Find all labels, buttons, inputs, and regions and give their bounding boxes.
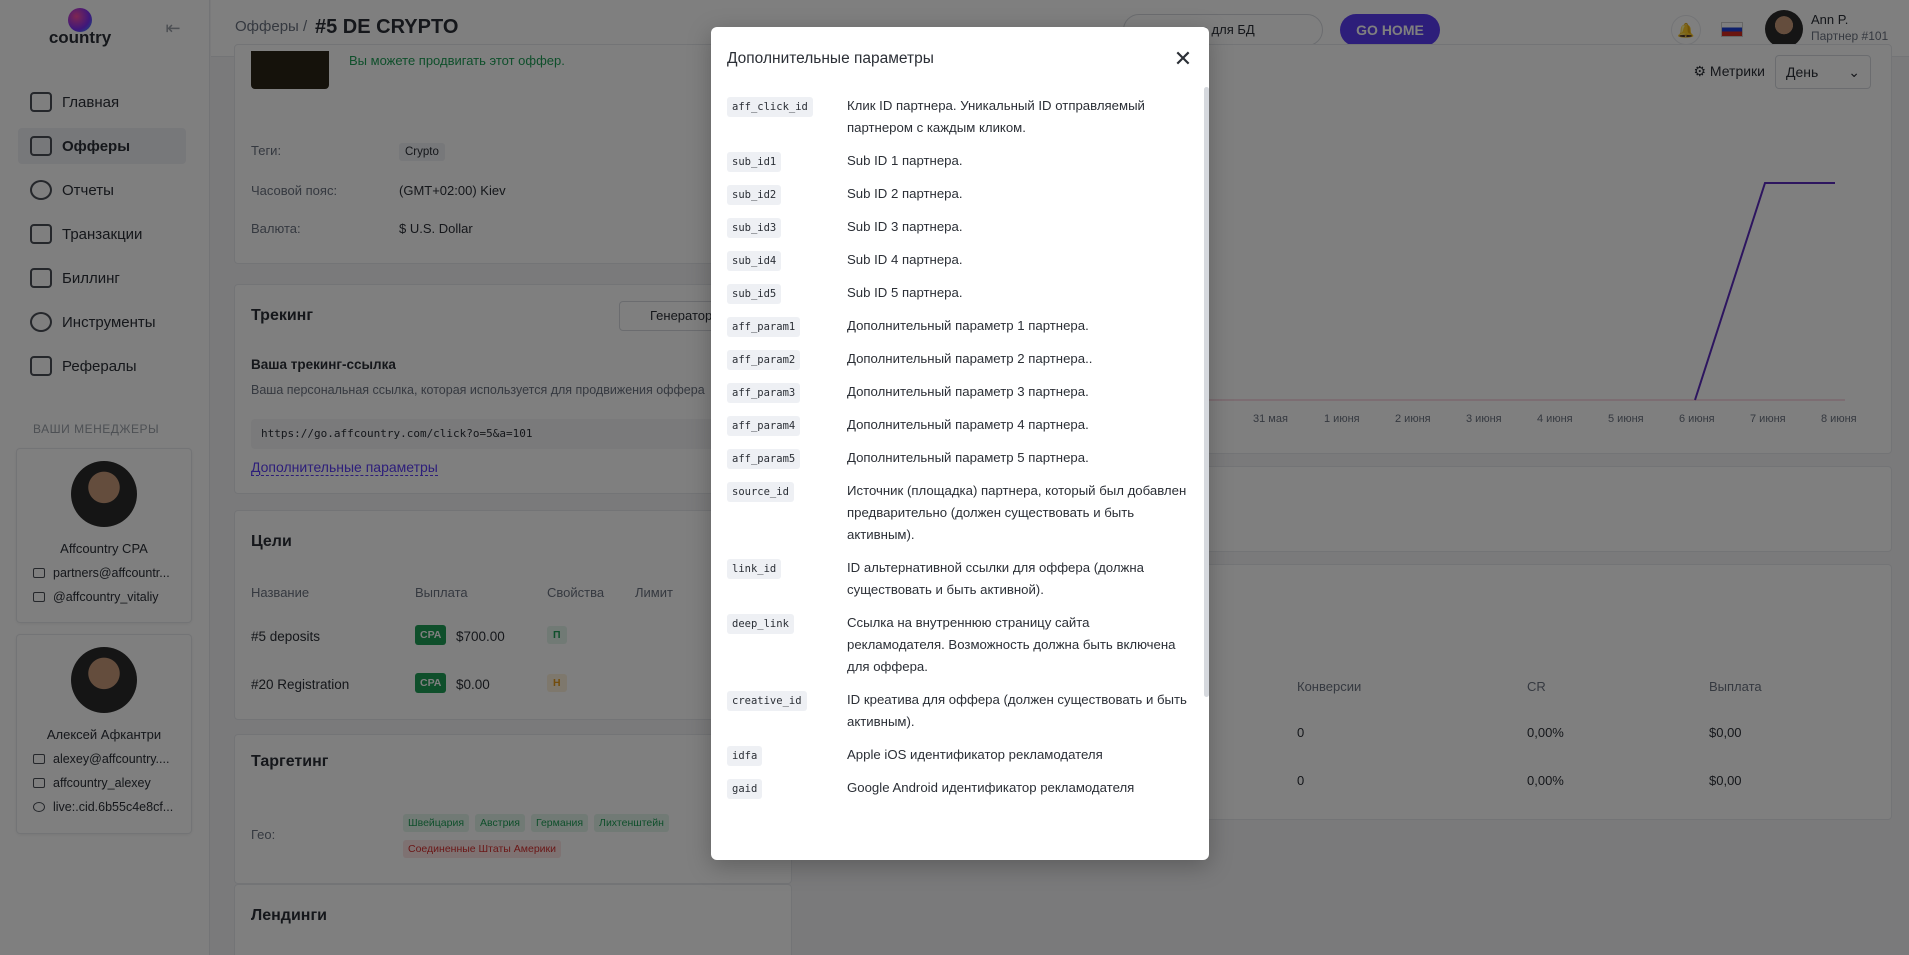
param-code[interactable]: gaid — [727, 779, 763, 799]
param-row: sub_id2 Sub ID 2 партнера. — [727, 185, 1189, 205]
param-code-cell: sub_id3 — [727, 218, 847, 238]
param-code-cell: gaid — [727, 779, 847, 799]
param-description: Sub ID 1 партнера. — [847, 153, 963, 168]
param-description: Дополнительный параметр 1 партнера. — [847, 318, 1089, 333]
close-icon[interactable]: ✕ — [1171, 47, 1195, 71]
param-code[interactable]: deep_link — [727, 614, 794, 634]
param-description: Дополнительный параметр 4 партнера. — [847, 417, 1089, 432]
param-code[interactable]: sub_id4 — [727, 251, 782, 271]
param-code-cell: aff_param4 — [727, 416, 847, 436]
param-code-cell: deep_link — [727, 614, 847, 678]
param-description: ID альтернативной ссылки для оффера (дол… — [847, 560, 1144, 597]
param-row: sub_id4 Sub ID 4 партнера. — [727, 251, 1189, 271]
param-description: Sub ID 4 партнера. — [847, 252, 963, 267]
modal-scrollbar[interactable] — [1204, 87, 1209, 697]
param-row: source_id Источник (площадка) партнера, к… — [727, 482, 1189, 546]
param-code-cell: aff_param5 — [727, 449, 847, 469]
param-code-cell: aff_click_id — [727, 97, 847, 139]
param-description: ID креатива для оффера (должен существов… — [847, 692, 1187, 729]
param-row: aff_param5 Дополнительный параметр 5 парт… — [727, 449, 1189, 469]
param-code[interactable]: sub_id3 — [727, 218, 782, 238]
extra-params-modal: Дополнительные параметры ✕ aff_click_id К… — [711, 27, 1209, 860]
param-row: aff_param3 Дополнительный параметр 3 парт… — [727, 383, 1189, 403]
param-code-cell: aff_param2 — [727, 350, 847, 370]
param-code[interactable]: sub_id5 — [727, 284, 782, 304]
param-code[interactable]: creative_id — [727, 691, 807, 711]
param-description: Apple iOS идентификатор рекламодателя — [847, 747, 1103, 762]
param-code[interactable]: aff_param2 — [727, 350, 801, 370]
param-code[interactable]: aff_param1 — [727, 317, 801, 337]
param-row: aff_param1 Дополнительный параметр 1 парт… — [727, 317, 1189, 337]
param-row: deep_link Ссылка на внутреннюю страницу с… — [727, 614, 1189, 678]
param-code-cell: sub_id2 — [727, 185, 847, 205]
param-code[interactable]: aff_param5 — [727, 449, 801, 469]
param-row: gaid Google Android идентификатор рекламо… — [727, 779, 1189, 799]
param-row: aff_click_id Клик ID партнера. Уникальный… — [727, 97, 1189, 139]
param-code-cell: link_id — [727, 559, 847, 601]
param-code-cell: creative_id — [727, 691, 847, 733]
param-row: idfa Apple iOS идентификатор рекламодател… — [727, 746, 1189, 766]
param-code[interactable]: idfa — [727, 746, 763, 766]
param-row: link_id ID альтернативной ссылки для оффе… — [727, 559, 1189, 601]
param-description: Источник (площадка) партнера, который бы… — [847, 483, 1187, 542]
param-description: Sub ID 5 партнера. — [847, 285, 963, 300]
modal-title: Дополнительные параметры — [727, 50, 934, 67]
param-row: sub_id3 Sub ID 3 партнера. — [727, 218, 1189, 238]
param-description: Клик ID партнера. Уникальный ID отправля… — [847, 98, 1145, 135]
param-code-cell: idfa — [727, 746, 847, 766]
param-list: aff_click_id Клик ID партнера. Уникальный… — [727, 97, 1189, 812]
param-row: creative_id ID креатива для оффера (долже… — [727, 691, 1189, 733]
param-code-cell: aff_param3 — [727, 383, 847, 403]
param-description: Sub ID 2 партнера. — [847, 186, 963, 201]
param-description: Google Android идентификатор рекламодате… — [847, 780, 1135, 795]
param-description: Ссылка на внутреннюю страницу сайта рекл… — [847, 615, 1176, 674]
param-code[interactable]: aff_param3 — [727, 383, 801, 403]
param-code[interactable]: link_id — [727, 559, 782, 579]
param-row: sub_id1 Sub ID 1 партнера. — [727, 152, 1189, 172]
param-description: Дополнительный параметр 3 партнера. — [847, 384, 1089, 399]
param-code-cell: sub_id4 — [727, 251, 847, 271]
param-row: aff_param2 Дополнительный параметр 2 парт… — [727, 350, 1189, 370]
param-code-cell: sub_id1 — [727, 152, 847, 172]
param-code[interactable]: sub_id1 — [727, 152, 782, 172]
param-description: Sub ID 3 партнера. — [847, 219, 963, 234]
param-row: sub_id5 Sub ID 5 партнера. — [727, 284, 1189, 304]
param-code-cell: source_id — [727, 482, 847, 546]
param-code[interactable]: aff_param4 — [727, 416, 801, 436]
param-row: aff_param4 Дополнительный параметр 4 парт… — [727, 416, 1189, 436]
param-code[interactable]: sub_id2 — [727, 185, 782, 205]
param-description: Дополнительный параметр 2 партнера.. — [847, 351, 1093, 366]
param-code[interactable]: source_id — [727, 482, 794, 502]
param-description: Дополнительный параметр 5 партнера. — [847, 450, 1089, 465]
param-code-cell: aff_param1 — [727, 317, 847, 337]
param-code-cell: sub_id5 — [727, 284, 847, 304]
param-code[interactable]: aff_click_id — [727, 97, 813, 117]
